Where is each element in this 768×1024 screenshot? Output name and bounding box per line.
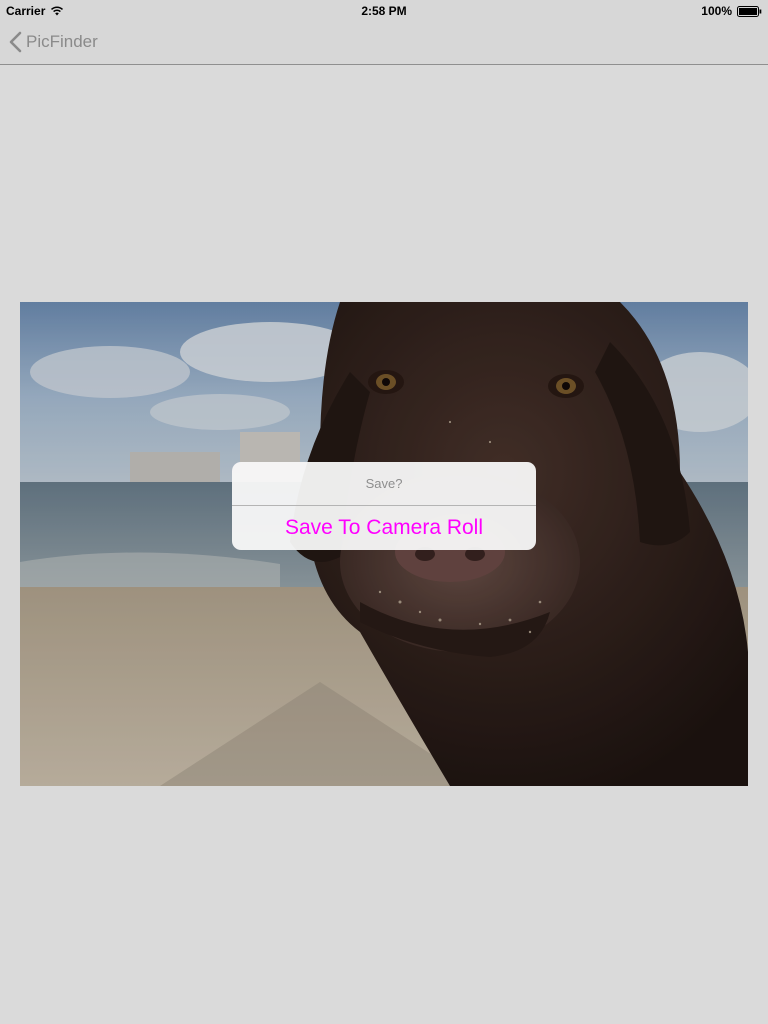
navigation-bar: PicFinder xyxy=(0,20,768,65)
save-to-camera-roll-button[interactable]: Save To Camera Roll xyxy=(232,506,536,550)
save-action-sheet: Save? Save To Camera Roll xyxy=(232,462,536,550)
status-right: 100% xyxy=(701,4,762,18)
back-button-label: PicFinder xyxy=(26,32,98,51)
status-bar: Carrier 2:58 PM 100% xyxy=(0,0,768,20)
chevron-left-icon xyxy=(9,31,22,53)
battery-icon xyxy=(737,5,762,17)
back-button[interactable]: PicFinder xyxy=(9,28,98,56)
screen: Carrier 2:58 PM 100% PicFinder Save? Sav… xyxy=(0,0,768,1024)
battery-percent: 100% xyxy=(701,4,732,18)
action-sheet-title: Save? xyxy=(232,462,536,506)
status-time: 2:58 PM xyxy=(361,4,407,18)
